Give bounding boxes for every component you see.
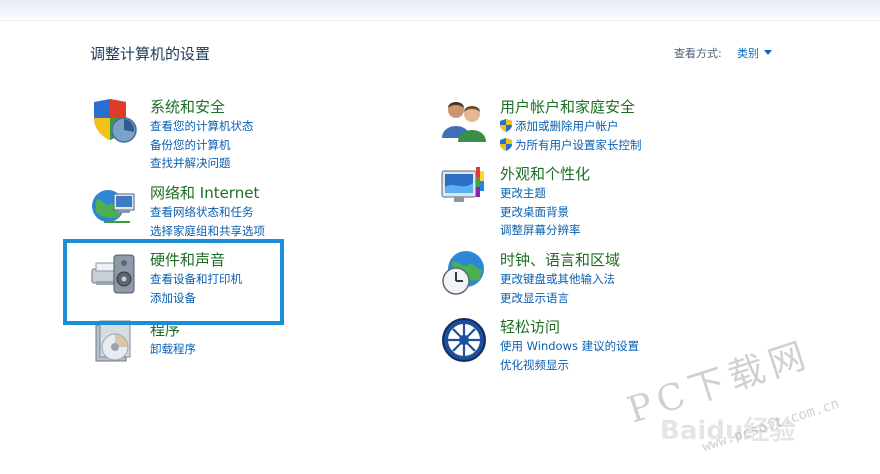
clock-language-icon[interactable] (440, 249, 488, 297)
category-title[interactable]: 网络和 Internet (150, 182, 259, 203)
appearance-icon[interactable] (440, 163, 488, 211)
link-homegroup-sharing[interactable]: 选择家庭组和共享选项 (150, 222, 265, 241)
link-text: 为所有用户设置家长控制 (515, 137, 642, 152)
link-change-display-language[interactable]: 更改显示语言 (500, 289, 615, 308)
view-by-label: 查看方式: (674, 47, 722, 60)
highlight-box (63, 239, 284, 325)
link-text: 添加或删除用户帐户 (515, 119, 619, 133)
view-by-value: 类别 (737, 47, 759, 60)
link-add-remove-accounts[interactable]: 添加或删除用户帐户 (500, 117, 642, 136)
link-find-fix-problems[interactable]: 查找并解决问题 (150, 154, 254, 173)
ease-of-access-icon[interactable] (440, 316, 488, 364)
link-change-theme[interactable]: 更改主题 (500, 184, 581, 203)
category-title[interactable]: 用户帐户和家庭安全 (500, 96, 635, 117)
link-change-desktop-background[interactable]: 更改桌面背景 (500, 203, 581, 222)
uac-shield-icon (500, 119, 512, 132)
window-top-bar (0, 0, 880, 21)
programs-icon[interactable] (90, 319, 138, 367)
system-security-icon[interactable] (90, 96, 138, 144)
network-internet-icon[interactable] (90, 182, 138, 230)
uac-shield-icon (500, 137, 512, 151)
user-accounts-icon[interactable] (440, 96, 488, 144)
link-uninstall-program[interactable]: 卸载程序 (150, 340, 196, 359)
chevron-down-icon (764, 50, 772, 55)
link-adjust-resolution[interactable]: 调整屏幕分辨率 (500, 221, 581, 240)
link-optimize-video-display[interactable]: 优化视频显示 (500, 356, 639, 375)
page-title: 调整计算机的设置 (90, 45, 211, 63)
link-view-network-status[interactable]: 查看网络状态和任务 (150, 203, 265, 222)
category-title[interactable]: 系统和安全 (150, 96, 225, 117)
category-title[interactable]: 轻松访问 (500, 316, 560, 337)
view-by-dropdown[interactable]: 类别 (737, 45, 772, 61)
category-title[interactable]: 时钟、语言和区域 (500, 249, 620, 270)
link-parental-controls[interactable]: 为所有用户设置家长控制 (500, 136, 642, 155)
link-view-computer-status[interactable]: 查看您的计算机状态 (150, 117, 254, 136)
link-backup-computer[interactable]: 备份您的计算机 (150, 136, 254, 155)
category-title[interactable]: 外观和个性化 (500, 163, 590, 184)
link-change-keyboard-input[interactable]: 更改键盘或其他输入法 (500, 270, 615, 289)
link-windows-recommended-settings[interactable]: 使用 Windows 建议的设置 (500, 337, 639, 356)
